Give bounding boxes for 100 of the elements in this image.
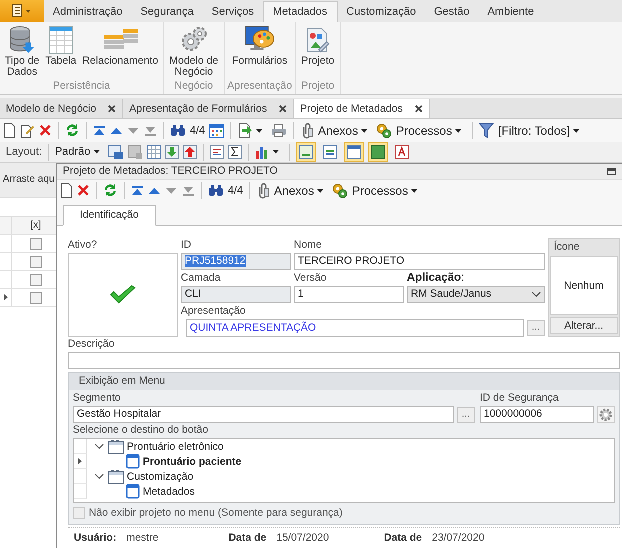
export-icon[interactable]: [237, 123, 254, 138]
ribbon-button-label[interactable]: Tabela: [46, 56, 77, 67]
caret-icon[interactable]: [573, 128, 580, 132]
ribbon-button-label[interactable]: Tipo de Dados: [5, 56, 40, 78]
expander-icon[interactable]: [94, 444, 104, 450]
menu-icon[interactable]: [10, 4, 34, 18]
ribbon-button-label[interactable]: Formulários: [232, 56, 288, 67]
previous-record-icon[interactable]: [110, 126, 123, 134]
ribbon-tab[interactable]: Ambiente: [478, 2, 544, 22]
row-checkbox[interactable]: [30, 292, 42, 304]
last-record-icon[interactable]: [144, 124, 157, 136]
ribbon-button-label[interactable]: Modelo de Negócio: [169, 56, 219, 78]
caret-icon[interactable]: [317, 188, 324, 193]
download-icon[interactable]: [164, 145, 179, 159]
tree-item[interactable]: Metadados: [143, 486, 195, 498]
id-field[interactable]: PRJ5158912: [181, 253, 291, 270]
caret-icon[interactable]: [94, 150, 100, 154]
delete-icon[interactable]: [77, 184, 90, 198]
previous-record-icon[interactable]: [148, 186, 161, 195]
document-tab[interactable]: Modelo de Negócio: [0, 99, 124, 118]
upload-icon[interactable]: [182, 145, 197, 159]
active-toggle[interactable]: [68, 253, 178, 337]
close-icon[interactable]: [414, 104, 423, 112]
presentation-field[interactable]: QUINTA APRESENTAÇÃO: [186, 319, 524, 337]
ribbon-tab[interactable]: Administração: [44, 2, 132, 22]
refresh-icon[interactable]: [103, 183, 118, 198]
tree-item[interactable]: Prontuário paciente: [143, 456, 242, 468]
caret-icon[interactable]: [361, 128, 368, 132]
binoculars-icon[interactable]: [208, 184, 224, 198]
filter-icon[interactable]: [479, 122, 494, 138]
last-record-icon[interactable]: [182, 184, 195, 197]
ribbon-tab[interactable]: Serviços: [202, 2, 264, 22]
name-field[interactable]: TERCEIRO PROJETO: [294, 253, 545, 270]
caret-icon[interactable]: [532, 292, 541, 297]
processes-menu[interactable]: Processos: [396, 124, 452, 138]
delete-icon[interactable]: [39, 124, 52, 137]
printer-icon[interactable]: [271, 124, 288, 138]
save-layout-icon[interactable]: [108, 144, 124, 160]
gears-icon[interactable]: [332, 182, 348, 199]
ribbon-button-label[interactable]: Projeto: [301, 56, 335, 67]
gears-icon[interactable]: [180, 26, 208, 54]
ribbon-tab[interactable]: Metadados: [263, 1, 338, 22]
layout-toggle-button[interactable]: [368, 142, 388, 162]
expander-icon[interactable]: [94, 474, 104, 480]
layout-toggle-button[interactable]: [344, 142, 364, 162]
close-icon[interactable]: [279, 104, 288, 112]
application-dropdown[interactable]: RM Saude/Janus: [407, 286, 545, 303]
database-icon[interactable]: [9, 26, 36, 54]
attachments-menu[interactable]: Anexos: [318, 124, 358, 138]
attachments-menu[interactable]: Anexos: [274, 184, 314, 198]
ribbon-button-label[interactable]: Relacionamento: [82, 56, 158, 67]
row-checkbox[interactable]: [30, 256, 42, 268]
caret-icon[interactable]: [272, 150, 279, 154]
new-document-icon[interactable]: [3, 123, 16, 138]
bar-chart-icon[interactable]: [254, 145, 270, 159]
form-tab[interactable]: Identificação: [63, 205, 156, 226]
edit-document-icon[interactable]: [20, 123, 35, 138]
row-checkbox[interactable]: [30, 274, 42, 286]
table-icon[interactable]: [49, 26, 74, 54]
restore-icon[interactable]: [607, 168, 616, 175]
tab-label[interactable]: Modelo de Negócio: [6, 102, 96, 114]
next-record-icon[interactable]: [127, 126, 140, 134]
sum-icon[interactable]: [228, 145, 242, 159]
change-button[interactable]: Alterar...: [550, 317, 618, 334]
project-icon[interactable]: [304, 26, 331, 54]
layout-toggle-button[interactable]: [296, 142, 316, 162]
refresh-icon[interactable]: [65, 123, 80, 138]
tab-label[interactable]: Projeto de Metadados: [300, 102, 403, 114]
close-icon[interactable]: [108, 104, 116, 112]
security-id-field[interactable]: 1000000006: [480, 406, 594, 423]
ribbon-tab[interactable]: Gestão: [425, 2, 479, 22]
layout-preset-dropdown[interactable]: Padrão: [55, 146, 91, 158]
document-tab[interactable]: Projeto de Metadados: [294, 99, 430, 118]
application-menu-button[interactable]: [0, 0, 44, 22]
form-icon[interactable]: [210, 145, 224, 159]
version-field[interactable]: 1: [294, 286, 404, 303]
first-record-icon[interactable]: [131, 184, 144, 197]
next-record-icon[interactable]: [165, 186, 178, 195]
tab-label[interactable]: Apresentação de Formulários: [129, 102, 268, 114]
ribbon-tab[interactable]: Customização: [338, 2, 426, 22]
row-checkbox[interactable]: [30, 238, 42, 250]
calendar-icon[interactable]: [209, 124, 224, 138]
caret-icon[interactable]: [411, 188, 418, 193]
processes-menu[interactable]: Processos: [352, 184, 408, 198]
description-field[interactable]: [68, 352, 620, 369]
grid-icon[interactable]: [146, 145, 161, 159]
caret-icon[interactable]: [256, 128, 264, 132]
browse-button[interactable]: ...: [527, 320, 545, 336]
tree-item[interactable]: Prontuário eletrônico: [127, 440, 224, 452]
caret-icon[interactable]: [455, 128, 462, 132]
gears-icon[interactable]: [376, 122, 392, 138]
settings-button[interactable]: [597, 406, 615, 423]
binoculars-icon[interactable]: [170, 124, 186, 137]
first-record-icon[interactable]: [93, 124, 106, 136]
filter-menu[interactable]: [Filtro: Todos]: [498, 124, 570, 138]
browse-button[interactable]: ...: [457, 406, 475, 422]
tree-item[interactable]: Customização: [127, 470, 194, 482]
layer-field[interactable]: CLI: [181, 286, 291, 303]
segment-field[interactable]: Gestão Hospitalar: [73, 406, 454, 423]
ribbon-tab[interactable]: Segurança: [132, 2, 203, 22]
